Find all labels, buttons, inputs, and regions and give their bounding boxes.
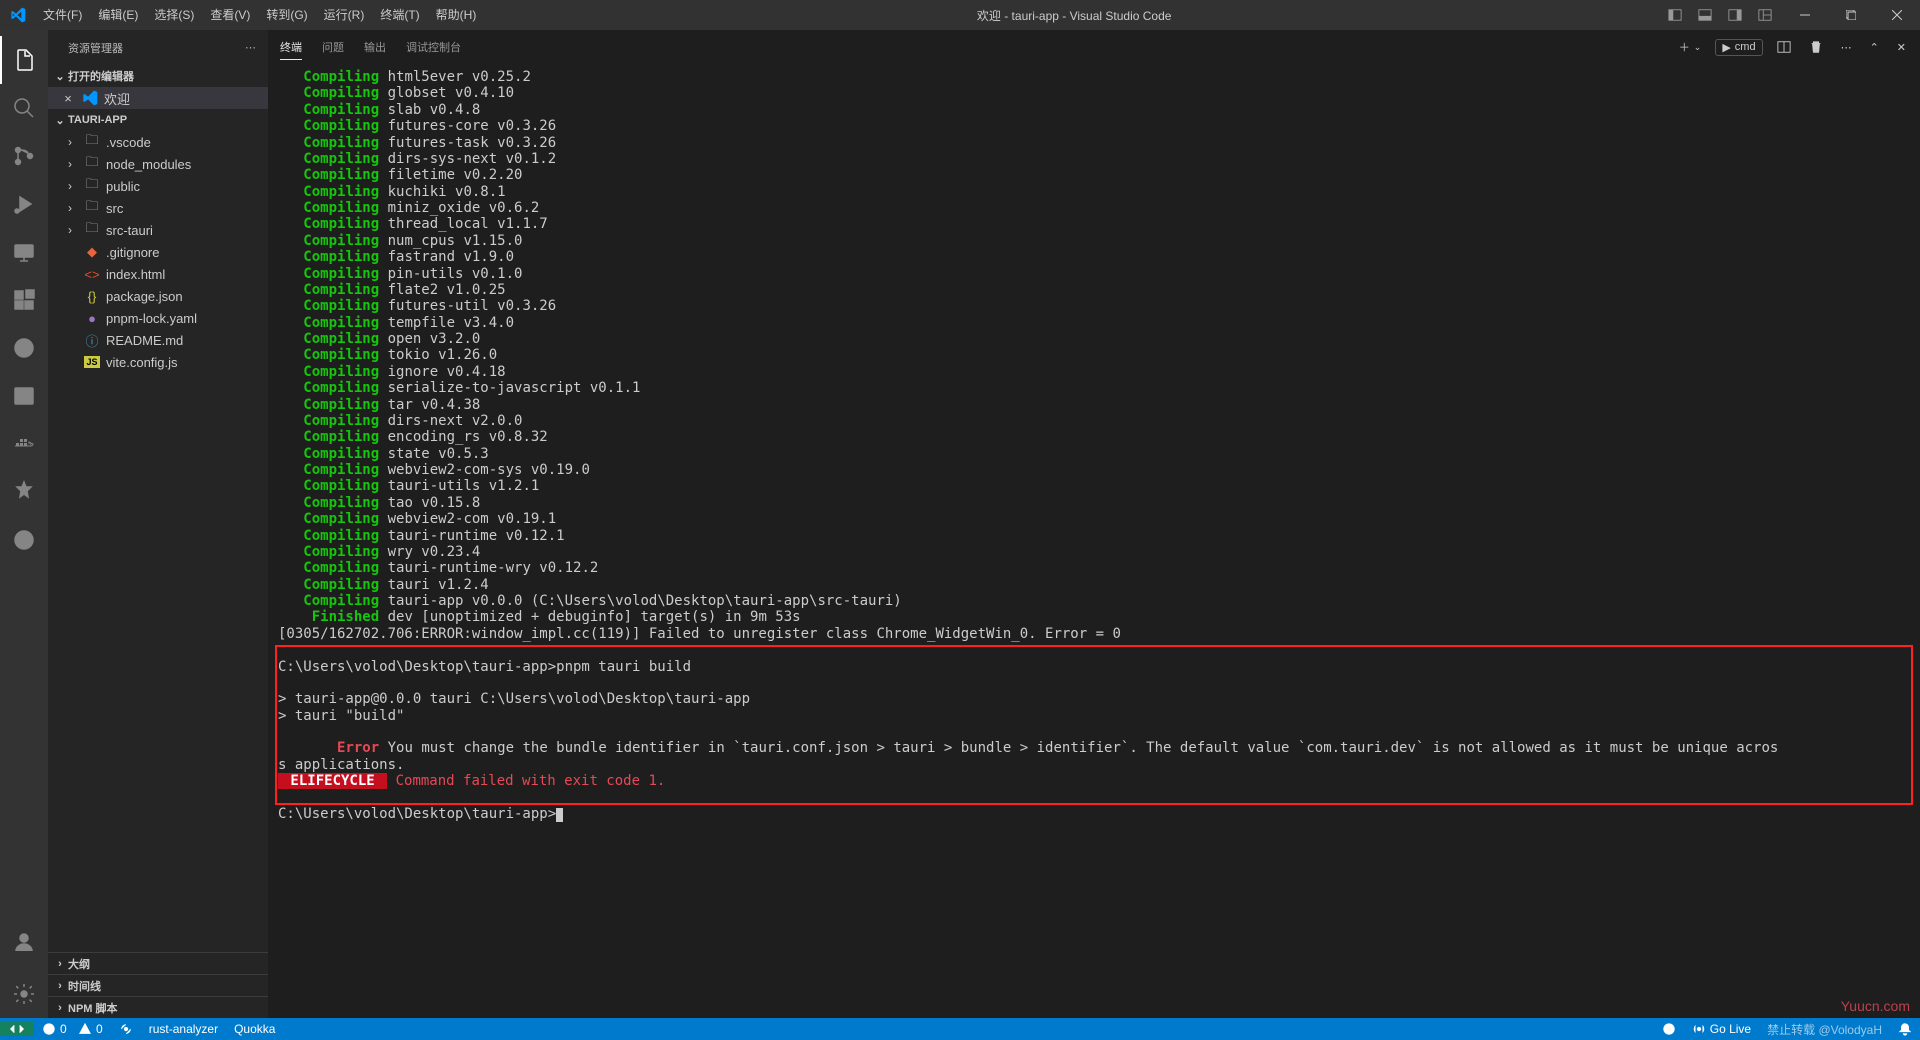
maximize-button[interactable]: [1828, 0, 1874, 30]
rust-analyzer[interactable]: rust-analyzer: [141, 1022, 226, 1036]
activity-ext1-icon[interactable]: [0, 468, 48, 516]
sidebar: 资源管理器 ⋯ ⌄ 打开的编辑器 × 欢迎 ⌄ TAURI-APP ›🗀.vsc…: [48, 30, 268, 1018]
panel-more-icon[interactable]: ⋯: [1837, 39, 1856, 56]
tree-item[interactable]: ›🗀src: [48, 197, 268, 219]
menu-goto[interactable]: 转到(G): [258, 0, 315, 30]
tree-item[interactable]: ⓘREADME.md: [48, 329, 268, 351]
menu-help[interactable]: 帮助(H): [428, 0, 485, 30]
new-terminal-button[interactable]: ＋⌄: [1675, 37, 1706, 57]
tree-item[interactable]: ◆.gitignore: [48, 241, 268, 263]
title-right-icons: [1664, 4, 1782, 26]
layout-toggle-left-icon[interactable]: [1664, 4, 1686, 26]
chevron-right-icon: ›: [52, 1002, 68, 1014]
go-live-button[interactable]: Go Live: [1684, 1022, 1759, 1036]
sidebar-title: 资源管理器 ⋯: [48, 30, 268, 65]
outline-header[interactable]: ›大纲: [48, 952, 268, 974]
quokka[interactable]: Quokka: [226, 1022, 283, 1036]
menu-selection[interactable]: 选择(S): [146, 0, 202, 30]
close-button[interactable]: [1874, 0, 1920, 30]
activity-remote-icon[interactable]: [0, 228, 48, 276]
tree-item[interactable]: ›🗀src-tauri: [48, 219, 268, 241]
tree-item[interactable]: JSvite.config.js: [48, 351, 268, 373]
tree-item[interactable]: ›🗀.vscode: [48, 131, 268, 153]
menu-edit[interactable]: 编辑(E): [90, 0, 146, 30]
project-header[interactable]: ⌄ TAURI-APP: [48, 109, 268, 131]
remote-button[interactable]: [0, 1022, 34, 1036]
tree-item[interactable]: ›🗀public: [48, 175, 268, 197]
activity-settings-icon[interactable]: [0, 970, 48, 1018]
titlebar: 文件(F) 编辑(E) 选择(S) 查看(V) 转到(G) 运行(R) 终端(T…: [0, 0, 1920, 30]
split-terminal-icon[interactable]: [1773, 38, 1795, 56]
open-editor-item[interactable]: × 欢迎: [48, 87, 268, 109]
activity-git-icon[interactable]: [0, 132, 48, 180]
menu-file[interactable]: 文件(F): [35, 0, 90, 30]
minimize-button[interactable]: [1782, 0, 1828, 30]
kill-terminal-icon[interactable]: [1805, 38, 1827, 56]
terminal-output[interactable]: Compiling html5ever v0.25.2 Compiling gl…: [268, 65, 1920, 1018]
activity-debug-icon[interactable]: [0, 180, 48, 228]
sidebar-more-icon[interactable]: ⋯: [245, 41, 256, 54]
activity-test-icon[interactable]: [0, 324, 48, 372]
close-panel-icon[interactable]: ✕: [1893, 39, 1910, 56]
tab-debug[interactable]: 调试控制台: [406, 35, 461, 59]
activity-search-icon[interactable]: [0, 84, 48, 132]
chevron-right-icon: ›: [52, 958, 68, 970]
window-controls: [1782, 0, 1920, 30]
menu-terminal[interactable]: 终端(T): [372, 0, 427, 30]
ports-icon[interactable]: [111, 1022, 141, 1036]
timeline-header[interactable]: ›时间线: [48, 974, 268, 996]
activity-bar: [0, 30, 48, 1018]
menu-run[interactable]: 运行(R): [316, 0, 373, 30]
tree-item[interactable]: {}package.json: [48, 285, 268, 307]
panel-actions: ＋⌄ ▶cmd ⋯ ⌃ ✕: [1675, 37, 1910, 57]
chevron-down-icon: ⌄: [52, 70, 68, 83]
main-area: 资源管理器 ⋯ ⌄ 打开的编辑器 × 欢迎 ⌄ TAURI-APP ›🗀.vsc…: [0, 30, 1920, 1018]
maximize-panel-icon[interactable]: ⌃: [1866, 39, 1883, 56]
chevron-right-icon: ›: [52, 980, 68, 992]
shell-selector[interactable]: ▶cmd: [1715, 39, 1762, 56]
activity-account-icon[interactable]: [0, 918, 48, 966]
tab-output[interactable]: 输出: [364, 35, 386, 59]
status-watermark: 禁止转载 @VolodyaH: [1759, 1021, 1890, 1038]
tab-problems[interactable]: 问题: [322, 35, 344, 59]
layout-toggle-bottom-icon[interactable]: [1694, 4, 1716, 26]
close-icon[interactable]: ×: [60, 91, 76, 106]
tree-item[interactable]: ●pnpm-lock.yaml: [48, 307, 268, 329]
panel-tabs: 终端 问题 输出 调试控制台 ＋⌄ ▶cmd ⋯ ⌃ ✕: [268, 30, 1920, 65]
chevron-down-icon: ⌄: [52, 114, 68, 127]
activity-explorer-icon[interactable]: [0, 36, 48, 84]
file-tree: ›🗀.vscode›🗀node_modules›🗀public›🗀src›🗀sr…: [48, 131, 268, 373]
tree-item[interactable]: <>index.html: [48, 263, 268, 285]
menu-bar: 文件(F) 编辑(E) 选择(S) 查看(V) 转到(G) 运行(R) 终端(T…: [35, 0, 484, 30]
activity-ext2-icon[interactable]: [0, 516, 48, 564]
editor-area: 终端 问题 输出 调试控制台 ＋⌄ ▶cmd ⋯ ⌃ ✕ Compiling h…: [268, 30, 1920, 1018]
errors-count[interactable]: 0 0: [34, 1022, 111, 1036]
menu-view[interactable]: 查看(V): [202, 0, 258, 30]
window-title: 欢迎 - tauri-app - Visual Studio Code: [484, 7, 1664, 24]
tree-item[interactable]: ›🗀node_modules: [48, 153, 268, 175]
npm-header[interactable]: ›NPM 脚本: [48, 996, 268, 1018]
vscode-logo-icon: [0, 7, 35, 23]
activity-extensions-icon[interactable]: [0, 276, 48, 324]
customize-layout-icon[interactable]: [1754, 4, 1776, 26]
tab-terminal[interactable]: 终端: [280, 35, 302, 60]
bell-icon[interactable]: [1890, 1022, 1920, 1036]
layout-toggle-right-icon[interactable]: [1724, 4, 1746, 26]
activity-cmd-icon[interactable]: [0, 372, 48, 420]
statusbar: 0 0 rust-analyzer Quokka Go Live 禁止转载 @V…: [0, 1018, 1920, 1040]
vscode-icon: [82, 90, 98, 106]
feedback-icon[interactable]: [1654, 1022, 1684, 1036]
activity-docker-icon[interactable]: [0, 420, 48, 468]
open-editors-header[interactable]: ⌄ 打开的编辑器: [48, 65, 268, 87]
